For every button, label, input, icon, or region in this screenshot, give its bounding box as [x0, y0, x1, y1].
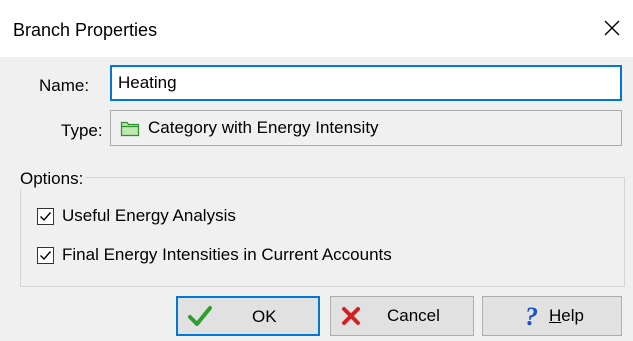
close-icon: [604, 20, 620, 36]
useful-energy-analysis-checkbox[interactable]: Useful Energy Analysis: [37, 206, 236, 226]
checkbox-box[interactable]: [37, 207, 54, 225]
green-checkmark-icon: [188, 305, 212, 327]
blue-question-icon: ?: [523, 303, 541, 329]
dialog-body: Name: Heating Type: Category with Energy…: [0, 57, 633, 341]
cancel-label: Cancel: [387, 306, 440, 325]
name-input[interactable]: Heating: [110, 65, 622, 101]
cancel-button[interactable]: Cancel: [330, 296, 474, 336]
checkbox-label: Useful Energy Analysis: [62, 206, 236, 225]
ok-button[interactable]: OK: [176, 296, 320, 336]
branch-properties-dialog: Branch Properties Name: Heating Type: Ca…: [0, 0, 633, 341]
folder-icon: [120, 119, 140, 137]
close-button[interactable]: [591, 6, 633, 50]
final-energy-intensities-checkbox[interactable]: Final Energy Intensities in Current Acco…: [37, 245, 392, 265]
help-label-rest: elp: [561, 306, 584, 325]
red-x-icon: [341, 306, 361, 326]
ok-label: OK: [252, 307, 277, 326]
title-bar: Branch Properties: [0, 0, 633, 57]
checkbox-box[interactable]: [37, 246, 54, 264]
type-field: Category with Energy Intensity: [110, 110, 622, 146]
name-label: Name:: [39, 76, 90, 95]
checkmark-icon: [40, 211, 52, 221]
dialog-title: Branch Properties: [13, 20, 158, 40]
type-label: Type:: [61, 121, 103, 140]
checkmark-icon: [40, 250, 52, 260]
svg-text:?: ?: [525, 303, 538, 329]
help-button[interactable]: ? Help: [482, 296, 622, 336]
checkbox-label: Final Energy Intensities in Current Acco…: [62, 245, 392, 264]
options-legend: Options:: [20, 169, 87, 189]
options-group: [20, 177, 625, 287]
help-accelerator: H: [549, 306, 562, 325]
type-value: Category with Energy Intensity: [148, 118, 379, 137]
help-label: Help: [549, 306, 584, 326]
